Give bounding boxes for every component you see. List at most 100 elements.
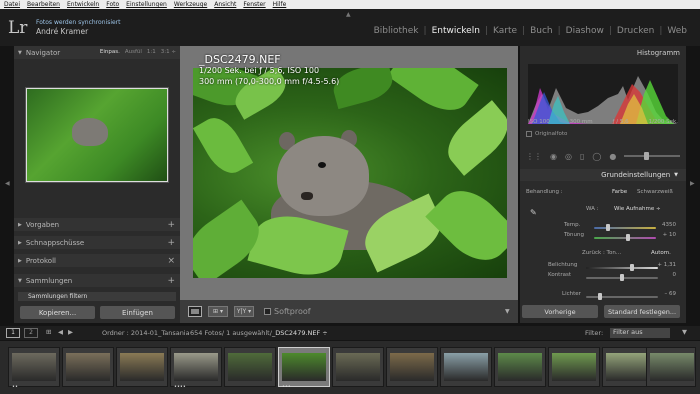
highlights-slider-track[interactable]	[586, 296, 658, 298]
left-panel-toggle-icon[interactable]: ◀	[5, 180, 10, 187]
filmstrip-thumb-selected[interactable]: •••	[278, 347, 330, 390]
preview-zoom-frame[interactable]	[26, 88, 168, 182]
menu-entwickeln[interactable]: Entwickeln	[67, 1, 99, 8]
original-photo-row[interactable]: Originalfoto	[526, 131, 567, 137]
temp-value[interactable]: 4350	[662, 222, 676, 228]
source-folder[interactable]: Ordner : 2014-01_Tansania	[102, 329, 190, 337]
add-preset-icon[interactable]: +	[167, 220, 175, 230]
before-after-icon[interactable]: ⊞ ▾	[208, 306, 228, 317]
module-map[interactable]: Karte	[488, 26, 522, 36]
exposure-slider-track[interactable]	[586, 267, 658, 269]
history-header[interactable]: ▶ Protokoll ×	[14, 254, 180, 267]
zoom-3-1[interactable]: 3:1 ÷	[161, 49, 176, 55]
module-slideshow[interactable]: Diashow	[561, 26, 609, 36]
highlights-value[interactable]: – 69	[665, 291, 677, 297]
histogram-title[interactable]: Histogramm	[637, 49, 680, 57]
loupe-view-icon[interactable]	[188, 306, 202, 317]
filmstrip-thumb[interactable]	[646, 347, 696, 387]
collections-header[interactable]: ▼ Sammlungen +	[14, 274, 180, 287]
tint-slider-thumb[interactable]	[626, 234, 630, 241]
menu-werkzeuge[interactable]: Werkzeuge	[174, 1, 207, 8]
filmstrip-thumb[interactable]: ••	[8, 347, 60, 390]
exposure-value[interactable]: + 1,31	[657, 262, 676, 268]
zoom-fill[interactable]: Ausfül	[125, 49, 142, 55]
filmstrip-thumb[interactable]	[548, 347, 600, 387]
forward-arrow-icon[interactable]: ▶	[68, 328, 73, 336]
module-web[interactable]: Web	[662, 26, 692, 36]
top-panel-toggle-icon[interactable]: ▲	[346, 11, 351, 18]
treatment-bw-option[interactable]: Schwarzweiß	[637, 189, 673, 195]
highlights-slider-thumb[interactable]	[598, 293, 602, 300]
tint-value[interactable]: + 10	[663, 232, 676, 238]
presets-header[interactable]: ▶ Vorgaben +	[14, 218, 180, 231]
temp-slider-track[interactable]	[594, 227, 656, 229]
contrast-value[interactable]: 0	[673, 272, 677, 278]
paste-settings-button[interactable]: Einfügen	[100, 306, 175, 319]
filmstrip-thumb[interactable]: ••••	[170, 347, 222, 390]
radial-filter-icon[interactable]: ◯	[592, 152, 601, 161]
collection-filter-row[interactable]: Sammlungen filtern	[18, 292, 176, 301]
adjustment-brush-icon[interactable]: ●	[609, 152, 616, 161]
right-panel-toggle-icon[interactable]: ▶	[690, 180, 695, 187]
filmstrip-thumb[interactable]	[494, 347, 546, 387]
clear-history-icon[interactable]: ×	[167, 256, 175, 266]
add-collection-icon[interactable]: +	[167, 276, 175, 286]
menu-fenster[interactable]: Fenster	[243, 1, 265, 8]
before-after-split-icon[interactable]: Y|Y ▾	[234, 306, 254, 317]
selected-file[interactable]: _DSC2479.NEF ÷	[272, 329, 328, 337]
tool-size-slider[interactable]	[624, 152, 680, 160]
menu-datei[interactable]: Datei	[4, 1, 20, 8]
module-library[interactable]: Bibliothek	[369, 26, 424, 36]
filmstrip-thumb[interactable]	[440, 347, 492, 387]
sync-status[interactable]: Fotos werden synchronisiert	[36, 19, 121, 26]
filmstrip-thumb[interactable]	[386, 347, 438, 387]
original-photo-checkbox[interactable]	[526, 131, 532, 137]
filmstrip-thumb[interactable]	[62, 347, 114, 387]
menu-einstellungen[interactable]: Einstellungen	[126, 1, 167, 8]
tint-slider-track[interactable]	[594, 237, 656, 239]
snapshots-header[interactable]: ▶ Schnappschüsse +	[14, 236, 180, 249]
module-print[interactable]: Drucken	[612, 26, 659, 36]
wb-select[interactable]: Wie Aufnahme ÷	[614, 206, 661, 212]
filter-select[interactable]: Filter aus	[610, 328, 670, 338]
temp-slider-thumb[interactable]	[606, 224, 610, 231]
add-snapshot-icon[interactable]: +	[167, 238, 175, 248]
back-arrow-icon[interactable]: ◀	[58, 328, 63, 336]
navigator-preview[interactable]	[25, 87, 169, 183]
module-develop[interactable]: Entwickeln	[427, 26, 485, 36]
navigator-header[interactable]: ▼ Navigator Einpas. Ausfül 1:1 3:1 ÷	[14, 46, 180, 59]
crop-overlay-icon[interactable]: ⋮⋮	[526, 152, 542, 161]
set-default-button[interactable]: Standard festlegen...	[604, 305, 680, 318]
spot-removal-icon[interactable]: ◉	[550, 152, 557, 161]
contrast-slider-thumb[interactable]	[620, 274, 624, 281]
tone-auto-button[interactable]: Autom.	[651, 250, 671, 256]
filmstrip-thumb[interactable]	[116, 347, 168, 387]
filmstrip-collapse-icon[interactable]: ▼	[682, 328, 687, 336]
graduated-filter-icon[interactable]: ▯	[580, 152, 584, 161]
toolbar-menu-icon[interactable]: ▼	[505, 308, 510, 315]
grid-view-icon[interactable]: ⊞	[46, 328, 51, 336]
eyedropper-icon[interactable]: ✎	[530, 208, 537, 217]
second-window-button[interactable]: 2	[24, 328, 38, 338]
zoom-1-1[interactable]: 1:1	[147, 49, 156, 55]
module-book[interactable]: Buch	[525, 26, 558, 36]
filmstrip-thumb[interactable]	[224, 347, 276, 387]
main-window-button[interactable]: 1	[6, 328, 20, 338]
treatment-color-option[interactable]: Farbe	[612, 189, 627, 195]
menu-bearbeiten[interactable]: Bearbeiten	[27, 1, 60, 8]
filmstrip-thumb[interactable]	[332, 347, 384, 387]
previous-settings-button[interactable]: Vorherige	[522, 305, 598, 318]
red-eye-icon[interactable]: ◎	[565, 152, 572, 161]
basic-panel-header[interactable]: Grundeinstellungen ▼	[520, 169, 686, 181]
histogram-chart[interactable]	[528, 64, 678, 124]
thumb-image	[120, 353, 164, 381]
main-photo[interactable]	[193, 68, 507, 278]
copy-settings-button[interactable]: Kopieren...	[20, 306, 95, 319]
zoom-fit[interactable]: Einpas.	[100, 49, 120, 55]
menu-ansicht[interactable]: Ansicht	[214, 1, 236, 8]
tone-reset-label[interactable]: Zurück : Ton...	[582, 250, 621, 256]
menu-foto[interactable]: Foto	[106, 1, 119, 8]
softproof-checkbox[interactable]	[264, 308, 271, 315]
menu-hilfe[interactable]: Hilfe	[273, 1, 287, 8]
exposure-slider-thumb[interactable]	[630, 264, 634, 271]
